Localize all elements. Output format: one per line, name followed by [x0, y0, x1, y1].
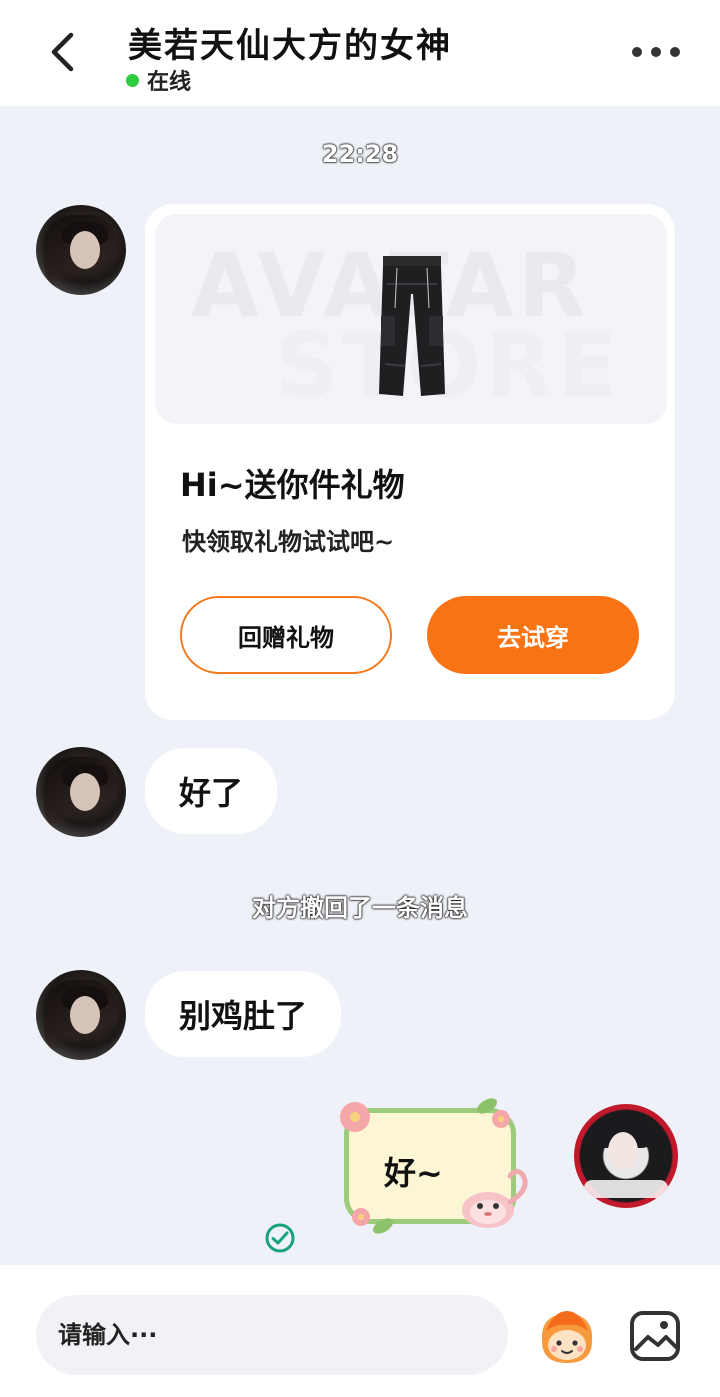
more-dots-icon [670, 47, 680, 57]
input-bar [0, 1265, 720, 1397]
sent-message-text: 好~ [384, 1154, 443, 1192]
chat-header: 美若天仙大方的女神 在线 [0, 0, 720, 106]
more-options-button[interactable] [632, 40, 680, 64]
more-dots-icon [632, 47, 642, 57]
contact-avatar[interactable] [36, 205, 126, 295]
store-watermark: STORE [275, 314, 622, 417]
try-on-button[interactable]: 去试穿 [427, 596, 639, 674]
contact-avatar[interactable] [36, 970, 126, 1060]
message-input-container[interactable] [36, 1295, 508, 1375]
flower-decoration-icon [352, 1208, 370, 1226]
cargo-pants-image [379, 256, 445, 396]
contact-avatar[interactable] [36, 747, 126, 837]
flower-decoration-icon [492, 1110, 510, 1128]
sent-message-bubble[interactable]: 好~ [340, 1095, 550, 1237]
emoji-face-icon[interactable] [534, 1305, 600, 1369]
message-input[interactable] [58, 1321, 508, 1349]
online-status: 在线 [126, 64, 191, 96]
gift-card-message: AVATAR STORE Hi~送你件礼物 快领取礼物试试吧~ 回赠礼物 去试穿 [145, 204, 675, 720]
check-circle-icon [265, 1223, 295, 1253]
my-avatar[interactable] [574, 1104, 678, 1208]
flower-decoration-icon [340, 1102, 370, 1132]
mascot-sticker-icon [462, 1168, 528, 1228]
chevron-left-icon [51, 32, 74, 72]
gift-subtitle: 快领取礼物试试吧~ [182, 528, 395, 556]
recall-notice: 对方撤回了一条消息 [252, 894, 468, 922]
message-timestamp: 22:28 [321, 140, 399, 168]
received-message-bubble[interactable]: 好了 [145, 748, 278, 834]
status-text: 在线 [147, 70, 192, 95]
back-button[interactable] [40, 28, 84, 76]
more-dots-icon [651, 47, 661, 57]
gift-image[interactable]: AVATAR STORE [155, 214, 667, 424]
online-dot-icon [126, 73, 139, 87]
return-gift-button[interactable]: 回赠礼物 [180, 596, 392, 674]
image-icon[interactable] [628, 1309, 682, 1363]
received-message-bubble[interactable]: 别鸡肚了 [145, 971, 342, 1057]
chat-title: 美若天仙大方的女神 [128, 26, 452, 66]
gift-title: Hi~送你件礼物 [180, 466, 405, 504]
